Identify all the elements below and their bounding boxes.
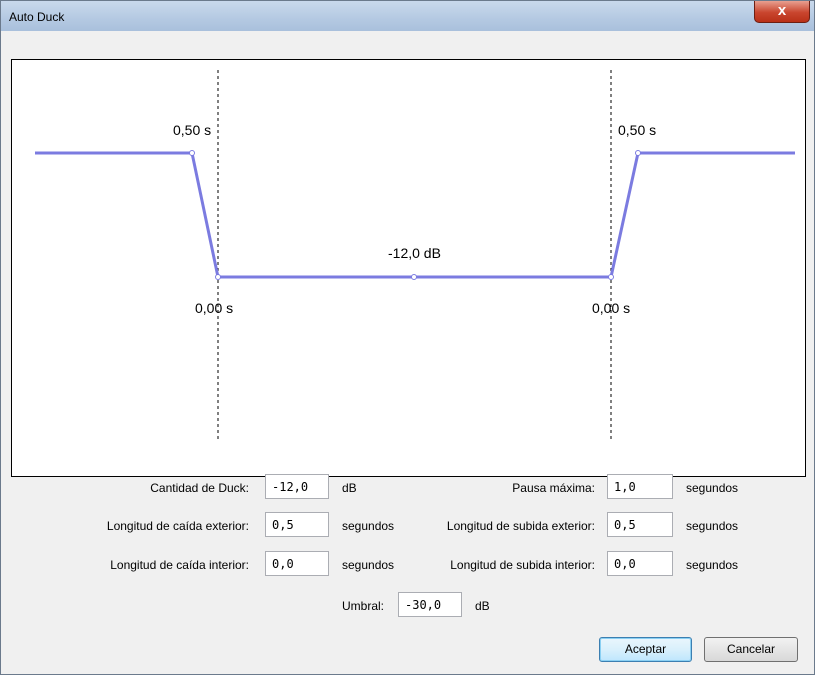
window-title: Auto Duck — [9, 10, 65, 24]
outer-fade-up-field[interactable]: 0,5 — [607, 512, 673, 537]
outer-fade-down-field[interactable]: 0,5 — [265, 512, 329, 537]
outer-fade-down-unit: segundos — [342, 519, 395, 533]
max-pause-field[interactable]: 1,0 — [607, 474, 673, 499]
threshold-unit: dB — [475, 599, 490, 613]
duck-amount-label: -12,0 dB — [388, 245, 441, 261]
auto-duck-dialog: Auto Duck x 0,50 s 0,00 s -12,0 dB 0,00 … — [0, 0, 815, 675]
duck-envelope-graph[interactable]: 0,50 s 0,00 s -12,0 dB 0,00 s 0,50 s — [11, 59, 806, 477]
dialog-body: 0,50 s 0,00 s -12,0 dB 0,00 s 0,50 s Can… — [1, 31, 814, 674]
inner-fade-up-unit: segundos — [686, 558, 739, 572]
outer-fade-up-unit: segundos — [686, 519, 739, 533]
envelope-svg — [35, 70, 795, 440]
inner-fade-up-field[interactable]: 0,0 — [607, 551, 673, 576]
duck-amount-unit: dB — [342, 481, 357, 495]
duck-amount-field[interactable]: -12,0 — [265, 474, 329, 499]
max-pause-unit: segundos — [686, 481, 739, 495]
duck-amount-handle[interactable] — [411, 274, 417, 280]
outer-fade-up-label-text: Longitud de subida exterior: — [446, 519, 595, 533]
inner-fade-up-label-text: Longitud de subida interior: — [450, 558, 595, 572]
outer-fade-down-label-text: Longitud de caída exterior: — [106, 519, 249, 533]
outer-fade-down-label: 0,50 s — [173, 122, 212, 138]
outer-fade-up-label: 0,50 s — [618, 122, 657, 138]
inner-fade-down-label: 0,00 s — [195, 300, 234, 316]
inner-fade-down-handle[interactable] — [215, 274, 221, 280]
title-bar[interactable]: Auto Duck x — [1, 1, 814, 31]
inner-fade-down-unit: segundos — [342, 558, 395, 572]
max-pause-label: Pausa máxima: — [512, 481, 595, 495]
outer-fade-down-handle[interactable] — [189, 150, 195, 156]
inner-fade-down-label-text: Longitud de caída interior: — [110, 558, 249, 572]
inner-fade-down-field[interactable]: 0,0 — [265, 551, 329, 576]
inner-fade-up-label: 0,00 s — [592, 300, 631, 316]
threshold-label: Umbral: — [341, 599, 384, 613]
cancel-button[interactable]: Cancelar — [704, 637, 798, 662]
inner-fade-up-handle[interactable] — [608, 274, 614, 280]
threshold-field[interactable]: -30,0 — [398, 592, 462, 617]
ok-button[interactable]: Aceptar — [599, 637, 692, 662]
close-icon[interactable]: x — [754, 1, 810, 23]
outer-fade-up-handle[interactable] — [635, 150, 641, 156]
duck-amount-label-text: Cantidad de Duck: — [150, 481, 249, 495]
